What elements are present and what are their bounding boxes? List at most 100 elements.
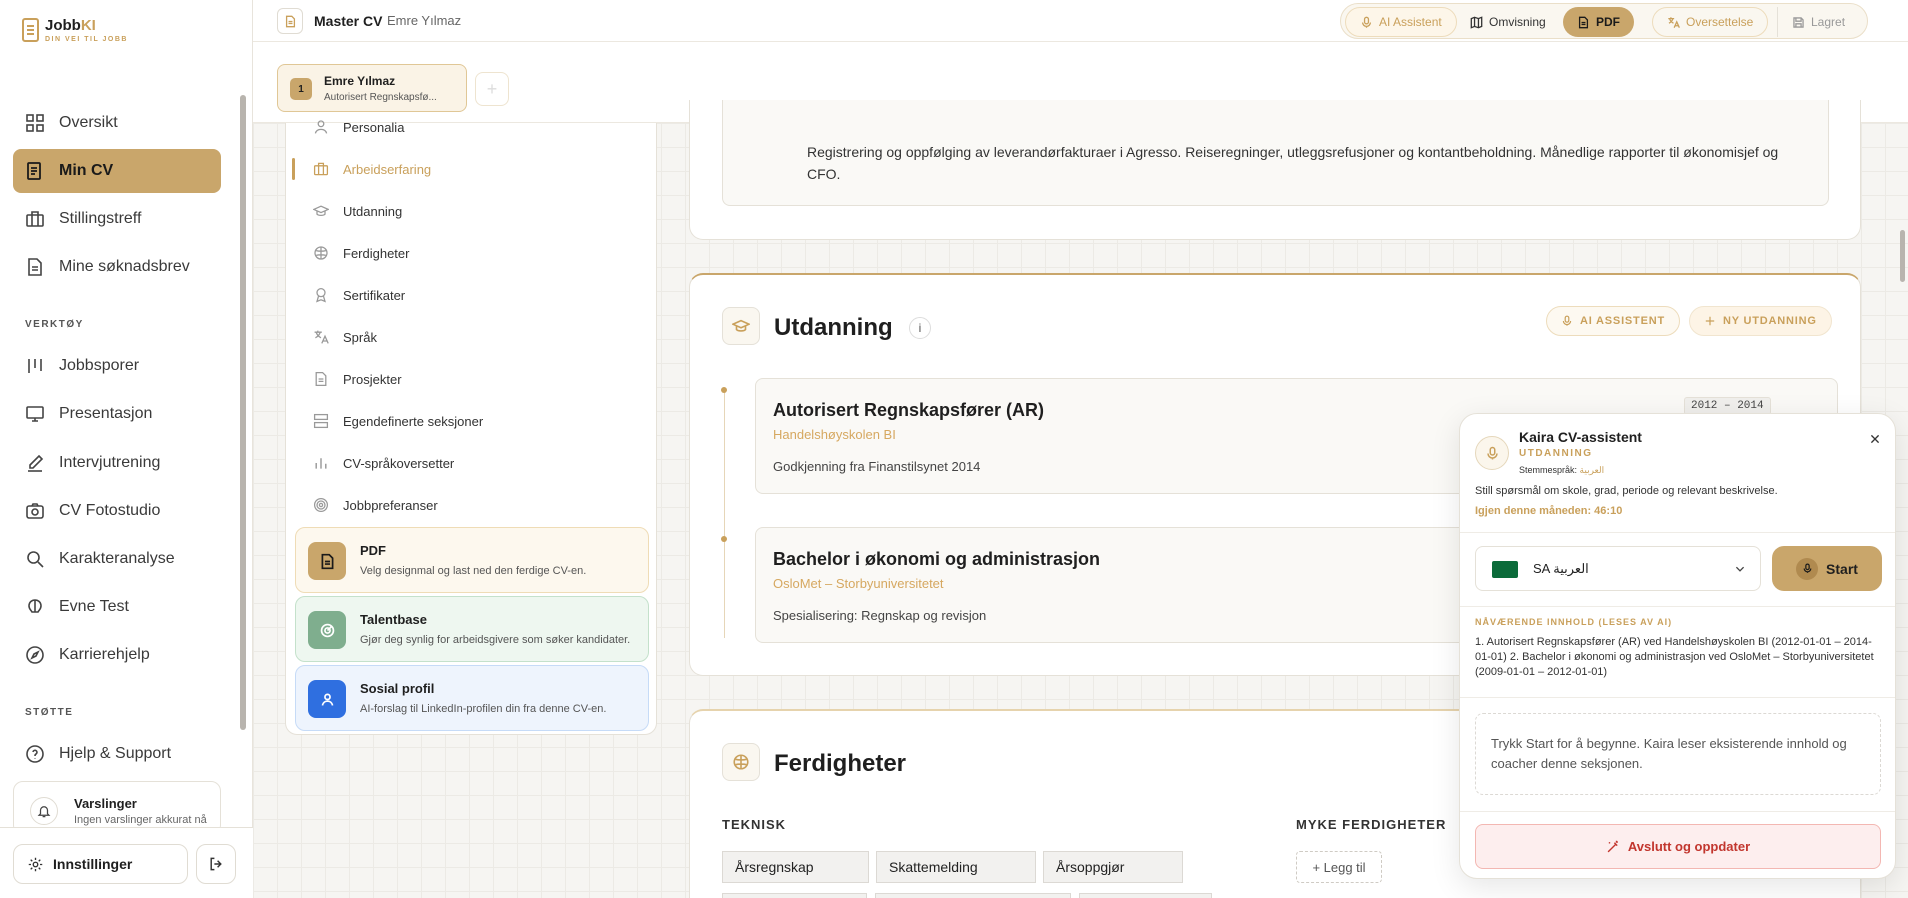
chart-icon [315,458,327,469]
nav-label: Min CV [59,162,114,179]
work-entry[interactable]: Registrering og oppfølging av leverandør… [722,100,1829,206]
section-nav-personalia[interactable]: Personalia [296,110,646,144]
section-nav-prosjekter[interactable]: Prosjekter [296,362,646,396]
feature-title: Sosial profil [360,681,435,696]
compass-icon [26,646,44,664]
nav-label: Jobbsporer [59,357,140,374]
nav-cv-fotostudio[interactable]: CV Fotostudio [13,489,221,533]
nav-karakteranalyse[interactable]: Karakteranalyse [13,537,221,581]
letter-icon [28,258,42,276]
divider [1460,606,1895,607]
settings-button[interactable]: Innstillinger [13,844,188,884]
nav-label: Hjelp & Support [59,745,172,762]
nav-hjelp-support[interactable]: Hjelp & Support [13,732,221,776]
nav-stillingstreff[interactable]: Stillingstreff [13,197,221,241]
feature-desc: Gjør deg synlig for arbeidsgivere som sø… [360,634,631,646]
close-icon[interactable] [1864,428,1886,450]
target-icon [313,497,329,513]
feature-sosial-profil[interactable]: Sosial profil AI-forslag til LinkedIn-pr… [295,665,649,731]
logo[interactable]: JobbKI DIN VEI TIL JOBB [22,18,128,43]
nav-karrierehjelp[interactable]: Karrierehjelp [13,633,221,677]
section-nav-sprakoversetter[interactable]: CV-språkoversetter [296,446,646,480]
file-icon [315,371,327,387]
skill-chip[interactable]: Årsregnskap [722,851,869,883]
education-ai-button[interactable]: AI ASSISTENT [1546,306,1680,336]
top-bar: Master CV Emre Yılmaz AI Assistent Omvis… [253,0,1908,42]
info-icon[interactable]: i [909,317,931,339]
section-nav-arbeidserfaring[interactable]: Arbeidserfaring [292,152,646,186]
nav-label: Intervjutrening [59,454,161,471]
section-nav-sprak[interactable]: Språk [296,320,646,354]
add-cv-button[interactable]: + [475,72,509,106]
section-nav-label: Språk [343,329,377,345]
nav-jobbsporer[interactable]: Jobbsporer [13,344,221,388]
page-subtitle: Emre Yılmaz [387,13,462,28]
current-content: 1. Autorisert Regnskapsfører (AR) ved Ha… [1475,636,1874,678]
feature-desc: Velg designmal og last ned den ferdige C… [360,565,587,577]
translate-button[interactable]: Oversettelse [1652,7,1769,37]
notifications-text: Ingen varslinger akkurat nå [74,814,207,826]
map-icon [1470,15,1483,29]
add-soft-skill-button[interactable]: + Legg til [1296,851,1382,883]
camera-icon [26,503,44,519]
ai-assistant-button[interactable]: AI Assistent [1345,7,1457,37]
skill-chip[interactable]: Årsoppgjør [1043,851,1183,883]
assistant-hint: Trykk Start for å begynne. Kaira leser e… [1475,713,1881,795]
logo-icon [22,18,39,42]
cv-tab[interactable]: 1 Emre Yılmaz Autorisert Regnskapsfø... [277,64,467,112]
sidebar-scrollbar-thumb[interactable] [240,95,246,730]
bell-icon [30,797,58,825]
main-scrollbar-thumb[interactable] [1900,230,1905,282]
nav-label: CV Fotostudio [59,502,161,519]
logout-button[interactable] [196,844,236,884]
notifications-title: Varslinger [74,796,137,811]
language-select[interactable]: SA العربية [1475,546,1761,591]
briefcase-icon [26,211,44,227]
section-nav-utdanning[interactable]: Utdanning [296,194,646,228]
feature-pdf[interactable]: PDF Velg designmal og last ned den ferdi… [295,527,649,593]
skill-chip[interactable] [722,893,867,898]
section-nav-egendefinerte[interactable]: Egendefinerte seksjoner [296,404,646,438]
start-button[interactable]: Start [1772,546,1882,591]
new-education-button[interactable]: NY UTDANNING [1689,306,1832,336]
skill-chip[interactable] [1079,893,1212,898]
user-icon [314,120,328,134]
assistant-description: Still spørsmål om skole, grad, periode o… [1475,485,1778,497]
brand-name-accent: KI [80,17,96,34]
section-nav-jobbpreferanser[interactable]: Jobbpreferanser [296,488,646,522]
nav-oversikt[interactable]: Oversikt [13,101,221,145]
education-title: Utdanning [774,314,893,341]
nav-intervjutrening[interactable]: Intervjutrening [13,441,221,485]
assistant-quota: Igjen denne måneden: 46:10 [1475,505,1623,517]
translate-label: Oversettelse [1686,15,1754,29]
sidebar-footer: Innstillinger [0,827,253,898]
section-nav-label: Sertifikater [343,287,406,303]
section-nav-sertifikater[interactable]: Sertifikater [296,278,646,312]
nav-min-cv[interactable]: Min CV [13,149,221,193]
nav-mine-soknadsbrev[interactable]: Mine søknadsbrev [13,245,221,289]
timeline-dot [721,387,727,393]
nav-evne-test[interactable]: Evne Test [13,585,221,629]
pdf-button[interactable]: PDF [1563,7,1634,37]
new-education-label: NY UTDANNING [1723,315,1817,327]
support-heading: STØTTE [25,707,74,718]
finish-update-button[interactable]: Avslutt og oppdater [1475,824,1881,869]
nav-presentasjon[interactable]: Presentasjon [13,392,221,436]
nav-label: Evne Test [59,598,129,615]
profile-icon [308,680,346,718]
skill-chip[interactable] [875,893,1071,898]
feature-talentbase[interactable]: Talentbase Gjør deg synlig for arbeidsgi… [295,596,649,662]
section-nav-ferdigheter[interactable]: Ferdigheter [296,236,646,270]
tools-heading: VERKTØY [25,319,84,330]
preview-button[interactable]: Omvisning [1456,7,1560,37]
cv-tab-name: Emre Yılmaz [324,74,396,88]
nav-label: Stillingstreff [59,210,142,227]
work-experience-card: Registrering og oppfølging av leverandør… [689,100,1861,240]
tracker-icon [28,359,42,373]
skill-chip[interactable]: Skattemelding [876,851,1036,883]
feature-title: Talentbase [360,612,427,627]
voice-value: العربية [1579,465,1605,475]
document-icon [277,8,303,34]
divider [1460,697,1895,698]
assistant-voice-language: Stemmespråk: العربية [1519,465,1604,476]
